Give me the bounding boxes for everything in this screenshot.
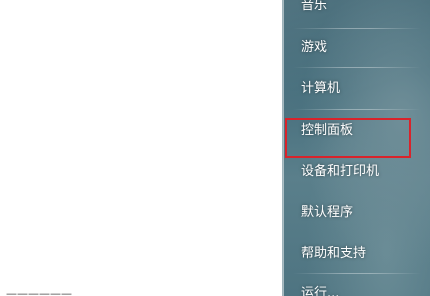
menu-item-computer[interactable]: 计算机 — [291, 75, 423, 103]
menu-separator — [293, 67, 421, 68]
menu-item-help-support[interactable]: 帮助和支持 — [291, 240, 423, 268]
start-menu-right-pane: 音乐 游戏 计算机 控制面板 设备和打印机 默认程序 帮助和支持 运行... — [282, 0, 430, 296]
menu-separator — [293, 28, 421, 29]
menu-item-run[interactable]: 运行... — [291, 280, 423, 296]
menu-item-games[interactable]: 游戏 — [291, 34, 423, 62]
start-menu-left-pane: —————— — [0, 0, 282, 296]
menu-item-control-panel[interactable]: 控制面板 — [291, 117, 423, 145]
left-pane-bottom-text: —————— — [6, 287, 72, 296]
menu-item-music[interactable]: 音乐 — [291, 0, 423, 20]
start-menu: —————— 音乐 游戏 计算机 控制面板 设备和打印机 默认程序 帮助和支持 … — [0, 0, 430, 296]
menu-separator — [293, 109, 421, 110]
menu-separator — [293, 273, 421, 274]
menu-item-default-programs[interactable]: 默认程序 — [291, 199, 423, 227]
menu-item-devices-printers[interactable]: 设备和打印机 — [291, 158, 423, 186]
